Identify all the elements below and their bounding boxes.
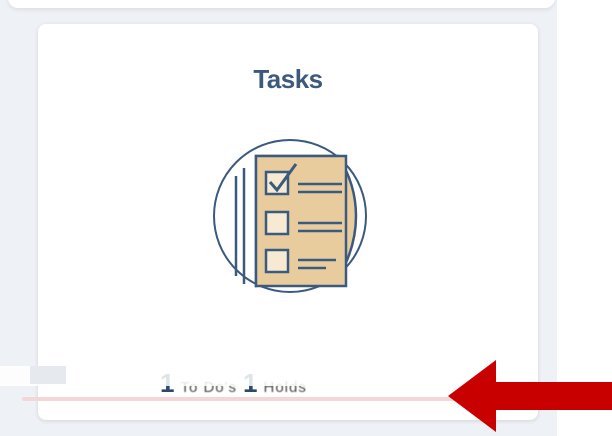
red-arrow-icon xyxy=(448,360,612,432)
redaction-overlay xyxy=(0,366,470,386)
previous-tile[interactable] xyxy=(8,0,555,8)
tasks-checklist-icon xyxy=(213,139,367,293)
tile-title: Tasks xyxy=(253,64,323,94)
tile-accent-line xyxy=(22,397,492,401)
redaction-patch xyxy=(30,366,66,384)
